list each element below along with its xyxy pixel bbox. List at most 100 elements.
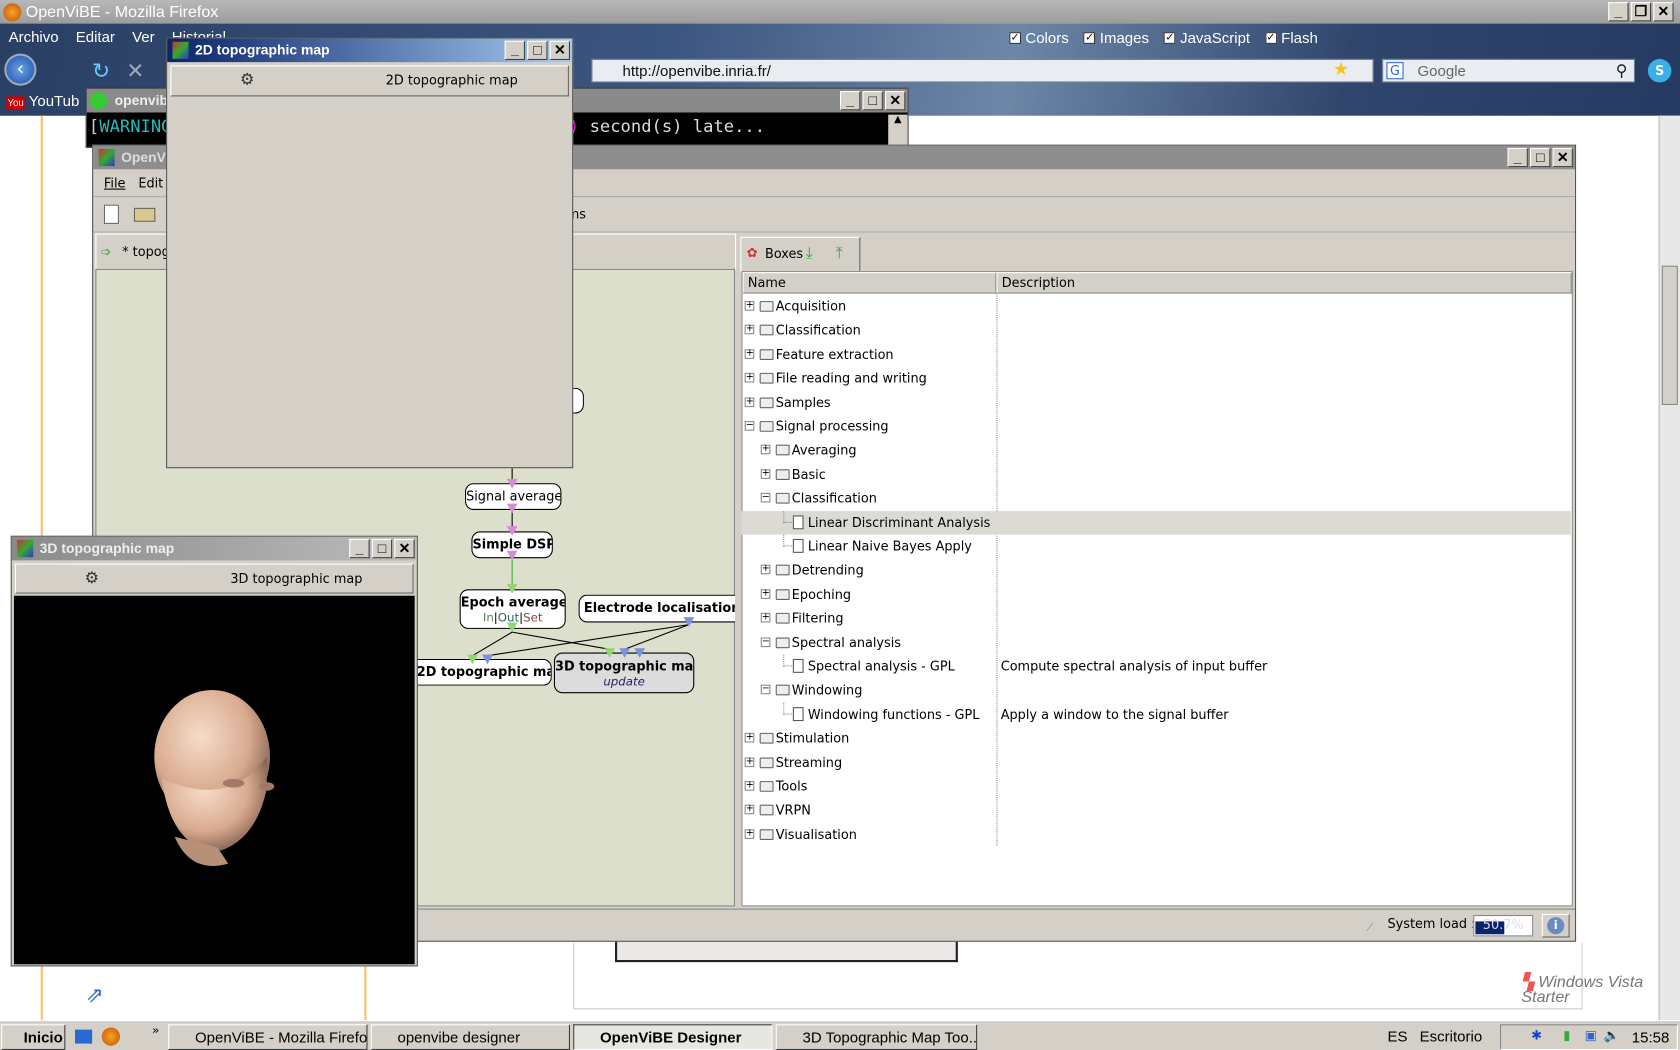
tree-row[interactable]: + Visualisation [741,823,1570,847]
expand-icon[interactable]: + [744,757,755,767]
connector-icon[interactable] [506,583,518,594]
tree-row[interactable]: − Spectral analysis [741,631,1570,655]
battery-icon[interactable]: ▮ [1563,1028,1570,1043]
menu-file[interactable]: File [104,176,126,196]
maximize-button[interactable]: □ [1530,147,1551,168]
expand-icon[interactable]: + [744,397,755,407]
network-icon[interactable]: ▣ [1585,1028,1597,1043]
page-scrollbar[interactable] [1658,115,1680,1022]
minimize-button[interactable]: _ [840,91,861,111]
skype-icon[interactable]: S [1647,58,1672,83]
tree-row[interactable]: + Detrending [741,559,1570,583]
expand-icon[interactable]: + [760,469,771,479]
minimize-button[interactable]: _ [349,538,370,559]
tree-row[interactable]: Spectral analysis - GPL Compute spectral … [741,654,1570,679]
tree-row[interactable]: + Samples [741,391,1570,415]
check-images[interactable]: ✓ Images [1083,29,1149,46]
gears-icon[interactable]: ⚙ [240,70,254,89]
connector-icon[interactable] [604,648,616,658]
restore-button[interactable]: ❐ [1630,2,1652,22]
show-desktop-icon[interactable] [75,1029,93,1044]
collapse-icon[interactable]: − [744,421,755,431]
menu-archivo[interactable]: Archivo [9,28,59,45]
maximize-button[interactable]: □ [371,538,393,559]
check-flash[interactable]: ✓ Flash [1265,29,1318,46]
reload-icon[interactable]: ↻ [92,58,110,84]
expand-icon[interactable]: + [744,829,755,839]
tree-row[interactable]: + Epoching [741,583,1570,607]
close-button[interactable]: ✕ [1653,2,1674,22]
connector-icon[interactable] [506,622,518,633]
connector-icon[interactable] [634,648,646,658]
tree-row[interactable]: Windowing functions - GPL Apply a window … [741,702,1570,727]
external-link-icon[interactable]: ⇗ [86,981,104,1007]
close-button[interactable]: ✕ [549,40,571,61]
firefox-quicklaunch-icon[interactable] [101,1027,121,1046]
tree-row[interactable]: + File reading and writing [741,367,1570,391]
connector-icon[interactable] [683,617,695,627]
bluetooth-icon[interactable]: ✱ [1531,1028,1542,1043]
tree-row[interactable]: + Stimulation [741,727,1570,751]
tree-row[interactable]: − Signal processing [741,415,1570,439]
volume-icon[interactable]: 🔈 [1604,1028,1620,1043]
open-folder-icon[interactable] [133,207,156,222]
tree-row[interactable]: + Tools [741,775,1570,799]
tree-row[interactable]: + VRPN [741,799,1570,823]
expand-icon[interactable]: + [744,733,755,743]
expand-icon[interactable]: + [744,349,755,359]
expand-icon[interactable]: + [744,805,755,815]
collapse-all-icon[interactable]: ⤒ [836,243,843,262]
search-icon[interactable]: ⚲ [1616,61,1628,80]
box-electrode-localisation[interactable]: Electrode localisation fi [578,594,736,623]
connector-icon[interactable] [482,654,493,665]
maximize-button[interactable]: □ [862,91,883,111]
expand-icon[interactable]: + [760,445,771,455]
tree-row[interactable]: + Feature extraction [741,343,1570,367]
stop-icon[interactable]: ✕ [126,58,144,84]
3d-view-canvas[interactable] [13,595,415,965]
collapse-icon[interactable]: − [760,493,771,503]
connector-icon[interactable] [467,654,478,665]
taskbar-item-openvibe-designer[interactable]: OpenViBE Designer [573,1024,773,1050]
minimize-button[interactable]: _ [1608,2,1629,22]
box-3d-topographic-map[interactable]: 3D topographic map update [553,652,695,694]
minimize-button[interactable]: _ [1507,147,1528,168]
column-header-name[interactable]: Name [742,272,997,294]
back-button[interactable]: ‹ [4,53,37,86]
expand-icon[interactable]: + [744,301,755,311]
search-input[interactable]: Google [1382,58,1636,83]
close-button[interactable]: ✕ [885,91,906,111]
tree-row[interactable]: Linear Naive Bayes Apply [741,534,1570,559]
expand-icon[interactable]: + [744,781,755,791]
url-bar[interactable]: http://openvibe.inria.fr/ [591,58,1374,83]
connector-icon[interactable] [506,478,518,489]
new-file-icon[interactable] [103,204,119,224]
close-button[interactable]: ✕ [394,538,415,559]
start-button[interactable]: Inicio [1,1024,66,1050]
expand-icon[interactable]: + [744,373,755,383]
language-indicator[interactable]: ES [1388,1028,1408,1045]
gears-icon[interactable]: ⚙ [85,568,99,587]
maximize-button[interactable]: □ [527,40,548,61]
expand-icon[interactable]: + [760,589,771,599]
google-icon[interactable]: G [1386,62,1404,80]
connector-icon[interactable] [506,503,518,514]
expand-icon[interactable]: + [760,613,771,623]
taskbar-item-openvibe-designer-console[interactable]: openvibe designer [370,1024,571,1050]
resize-grip[interactable]: ⟋ [1366,923,1374,935]
taskbar-item-firefox[interactable]: OpenViBE - Mozilla Firefox [168,1024,368,1050]
expand-icon[interactable]: + [744,325,755,335]
menu-edit[interactable]: Edit [138,176,163,196]
connector-icon[interactable] [506,526,518,536]
expand-icon[interactable]: + [760,565,771,575]
expand-all-icon[interactable]: ⤓ [806,243,813,262]
connector-icon[interactable] [506,550,518,561]
tree-row[interactable]: + Streaming [741,751,1570,775]
connector-icon[interactable] [619,648,631,658]
check-colors[interactable]: ✓ Colors [1009,29,1069,46]
collapse-icon[interactable]: − [760,637,771,647]
menu-ver[interactable]: Ver [132,28,155,45]
tree-row[interactable]: + Averaging [741,439,1570,463]
column-header-description[interactable]: Description [996,272,1572,294]
quicklaunch-more[interactable]: » [152,1023,159,1037]
